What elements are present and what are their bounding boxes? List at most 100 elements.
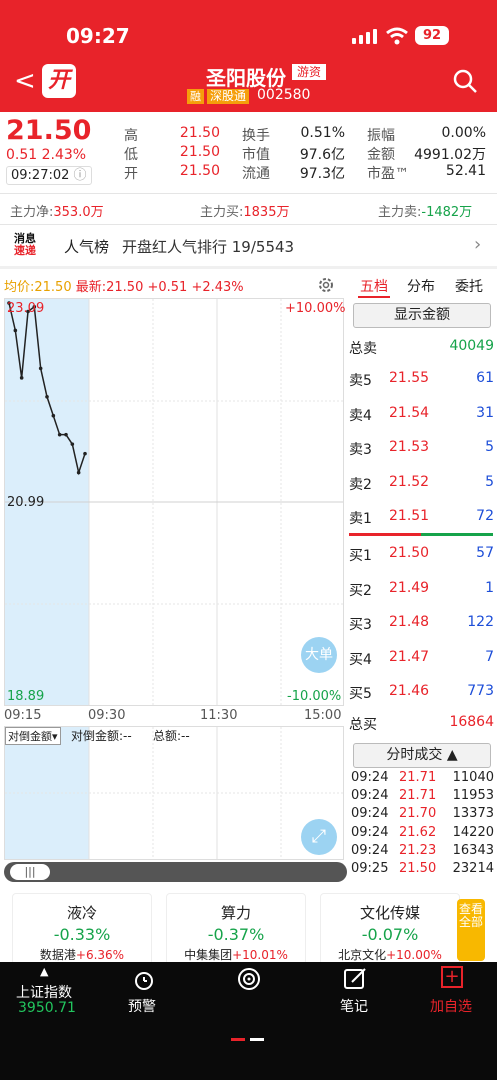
- price-point: [76, 470, 81, 475]
- order-level-label: 卖5: [349, 373, 372, 389]
- chevron-right-icon[interactable]: ›: [474, 234, 481, 255]
- total-sell-label: 总卖: [349, 341, 377, 357]
- main-sell-value: -1482万: [421, 205, 473, 220]
- tick-volume: 16343: [452, 842, 494, 858]
- order-volume: 122: [467, 614, 494, 630]
- quote-time: 09:27:02 ⓘ: [6, 166, 92, 185]
- back-icon[interactable]: <: [14, 66, 36, 96]
- info-icon[interactable]: ⓘ: [74, 168, 87, 183]
- chart-header: 均价:21.50 最新:21.50 +0.51 +2.43%: [4, 276, 244, 295]
- trade-button[interactable]: 开: [42, 64, 76, 98]
- chart-scrollbar[interactable]: |||: [4, 862, 347, 882]
- sector-card[interactable]: 液冷 -0.33% 数据港+6.36%: [12, 893, 152, 965]
- volume-panel[interactable]: 对倒金额▾ 对倒金额:-- 总额:-- ⤢: [4, 726, 344, 860]
- note-icon[interactable]: [342, 966, 368, 992]
- price-point: [38, 366, 43, 371]
- wifi-icon: [386, 27, 408, 45]
- bid-row: 买4 21.47 7: [349, 649, 494, 671]
- add-watchlist-label[interactable]: 加自选: [430, 996, 472, 1016]
- main-sell-label: 主力卖:: [378, 205, 422, 220]
- news-logo-bottom: 速递: [14, 244, 36, 257]
- order-volume: 5: [485, 473, 494, 490]
- index-name[interactable]: 上证指数: [16, 982, 72, 1002]
- sector-leader-change: +10.01%: [232, 948, 288, 962]
- news-label[interactable]: 人气榜: [64, 236, 109, 257]
- signal-icon: [352, 29, 377, 44]
- margin-badge: 融: [187, 89, 204, 104]
- volume-indicator-label: 对倒金额: [8, 730, 52, 743]
- order-price: 21.47: [389, 648, 430, 665]
- volume-indicator-select[interactable]: 对倒金额▾: [5, 727, 61, 745]
- sector-name: 算力: [220, 904, 251, 922]
- main-buy-label: 主力买:: [200, 205, 244, 220]
- sector-leader-name: 数据港: [39, 948, 76, 962]
- add-watchlist-icon[interactable]: +: [441, 966, 463, 988]
- alarm-icon[interactable]: [132, 968, 156, 992]
- target-icon[interactable]: [236, 966, 262, 992]
- order-level-label: 买4: [349, 651, 372, 668]
- quote-label: 市盈™: [367, 166, 409, 182]
- order-volume: 72: [476, 508, 494, 524]
- ticks-toggle-button[interactable]: 分时成交 ▲: [353, 743, 491, 768]
- scroll-handle[interactable]: |||: [10, 864, 50, 880]
- bid-row: 买2 21.49 1: [349, 580, 494, 602]
- time-tick-label: 09:30: [88, 708, 126, 723]
- price-point: [45, 394, 49, 399]
- quote-value: 0.51%: [300, 125, 345, 141]
- tab-five-level[interactable]: 五档: [360, 276, 388, 296]
- quote-value: 97.3亿: [299, 166, 345, 182]
- tag-badge[interactable]: 游资: [292, 64, 327, 80]
- sector-name: 文化传媒: [359, 904, 420, 922]
- page-dot: [250, 1038, 264, 1041]
- caret-up-icon: ▲: [40, 965, 49, 978]
- connect-badge: 深股通: [207, 89, 250, 104]
- order-level-label: 买3: [349, 617, 372, 633]
- volume-panel-bg: [5, 727, 343, 859]
- main-buy: 主力买:1835万: [200, 201, 289, 220]
- expand-icon[interactable]: ⤢: [301, 819, 337, 855]
- view-all-button[interactable]: 查看全部: [457, 899, 485, 961]
- alert-label[interactable]: 预警: [128, 996, 156, 1016]
- intraday-chart[interactable]: 23.09 20.99 18.89 +10.00% -10.00% 大单: [4, 298, 346, 706]
- tab-underline: [358, 296, 390, 298]
- quote-label: 金额: [367, 147, 395, 163]
- quote-label: 流通: [242, 166, 270, 182]
- last-price: 21.50: [6, 115, 92, 146]
- order-volume: 31: [476, 404, 494, 421]
- time-tick-label: 09:15: [4, 708, 42, 723]
- quote-label: 换手: [242, 128, 270, 144]
- news-text[interactable]: 开盘红人气排行 19/5543: [122, 236, 294, 257]
- tab-entrust[interactable]: 委托: [455, 276, 483, 296]
- tick-time: 09:24: [351, 806, 389, 822]
- search-icon[interactable]: [452, 68, 478, 94]
- sector-card[interactable]: 算力 -0.37% 中集集团+10.01%: [166, 893, 306, 965]
- price-point: [57, 432, 62, 437]
- sector-leader: 数据港+6.36%: [13, 946, 151, 963]
- tick-row: 09:24 21.62 14220: [351, 825, 494, 841]
- main-net-label: 主力净:: [10, 205, 54, 220]
- sector-card[interactable]: 文化传媒 -0.07% 北京文化+10.00%: [320, 893, 460, 965]
- order-volume: 57: [476, 545, 494, 561]
- order-volume: 61: [476, 370, 494, 386]
- order-price: 21.51: [389, 508, 430, 524]
- bottom-nav: ▲ 上证指数 3950.71 预警 笔记 + 加自选: [0, 962, 497, 1080]
- tick-row: 09:24 21.71 11040: [351, 770, 494, 786]
- order-level-label: 买2: [349, 582, 372, 599]
- sector-leader-name: 中集集团: [184, 948, 233, 962]
- order-level-label: 卖1: [349, 511, 372, 527]
- show-amount-button[interactable]: 显示金额: [353, 303, 491, 328]
- settings-gear-icon[interactable]: [316, 275, 336, 295]
- big-order-button[interactable]: 大单: [301, 637, 337, 673]
- note-label[interactable]: 笔记: [340, 996, 368, 1016]
- y-high-label: 23.09: [7, 301, 45, 316]
- tab-distribution[interactable]: 分布: [407, 276, 435, 296]
- ask-row: 卖3 21.53 5: [349, 439, 494, 461]
- quote-value: 21.50: [179, 163, 220, 179]
- tick-time: 09:25: [351, 861, 389, 876]
- index-value: 3950.71: [18, 1000, 76, 1016]
- tick-time: 09:24: [351, 824, 389, 840]
- pct-up-label: +10.00%: [285, 301, 346, 316]
- quote-label: 振幅: [367, 128, 395, 144]
- order-level-label: 买5: [349, 686, 372, 702]
- time-tick-label: 11:30: [200, 708, 238, 723]
